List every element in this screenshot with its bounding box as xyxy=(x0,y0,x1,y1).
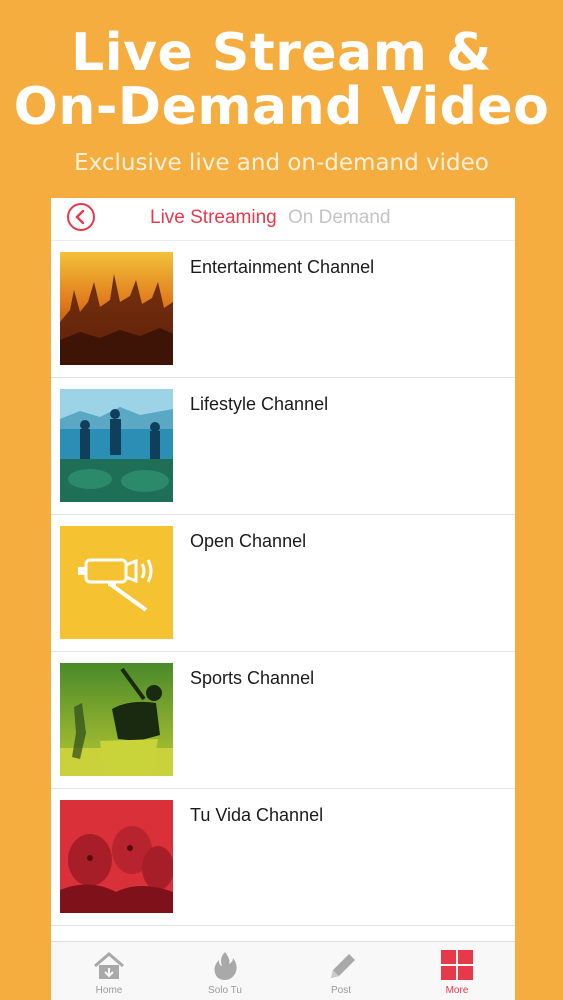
concert-crowd-image xyxy=(60,252,173,365)
flame-icon xyxy=(214,952,237,980)
promo-title: Live Stream & On-Demand Video xyxy=(0,26,563,134)
home-icon xyxy=(94,952,124,979)
tab-on-demand[interactable]: On Demand xyxy=(288,207,390,228)
segment-tabs: Live Streaming On Demand xyxy=(150,207,390,229)
promo-title-line1: Live Stream & xyxy=(71,23,492,83)
channel-row-sports[interactable]: Sports Channel xyxy=(51,652,515,789)
tab-post[interactable]: Post xyxy=(283,942,399,1000)
promo-title-line2: On-Demand Video xyxy=(13,77,550,137)
grid-icon xyxy=(441,950,473,980)
tab-home-label: Home xyxy=(95,985,123,996)
tab-solo-tu[interactable]: Solo Tu xyxy=(167,942,283,1000)
channel-label: Entertainment Channel xyxy=(190,257,375,277)
channel-row-open[interactable]: Open Channel xyxy=(51,515,515,652)
channel-list: Entertainment Channel Lifestyle Channel … xyxy=(51,241,515,926)
promo-subtitle: Exclusive live and on-demand video xyxy=(74,150,489,176)
channel-row-lifestyle[interactable]: Lifestyle Channel xyxy=(51,378,515,515)
bottom-tab-bar: Home Solo Tu Post More xyxy=(51,941,515,1000)
tab-live-streaming[interactable]: Live Streaming xyxy=(150,207,277,228)
tab-solo-tu-label: Solo Tu xyxy=(208,985,242,996)
tab-post-label: Post xyxy=(330,985,351,996)
channel-label: Lifestyle Channel xyxy=(190,394,329,414)
back-arrow-circle-icon[interactable] xyxy=(67,203,95,231)
rooftop-party-image xyxy=(60,389,173,502)
channel-label: Sports Channel xyxy=(190,668,315,688)
channel-label: Tu Vida Channel xyxy=(190,805,324,825)
friends-selfie-image xyxy=(60,800,173,913)
camera-broadcast-icon xyxy=(60,526,173,639)
tab-home[interactable]: Home xyxy=(51,942,167,1000)
tab-more[interactable]: More xyxy=(399,942,515,1000)
pencil-icon xyxy=(331,954,355,978)
baseball-batter-image xyxy=(60,663,173,776)
channel-row-tu-vida[interactable]: Tu Vida Channel xyxy=(51,789,515,926)
channel-row-entertainment[interactable]: Entertainment Channel xyxy=(51,241,515,378)
tab-more-label: More xyxy=(445,985,469,996)
app-screen: Live Streaming On Demand Entertainment C… xyxy=(51,198,515,1000)
top-bar: Live Streaming On Demand xyxy=(51,198,515,241)
channel-label: Open Channel xyxy=(190,531,307,551)
